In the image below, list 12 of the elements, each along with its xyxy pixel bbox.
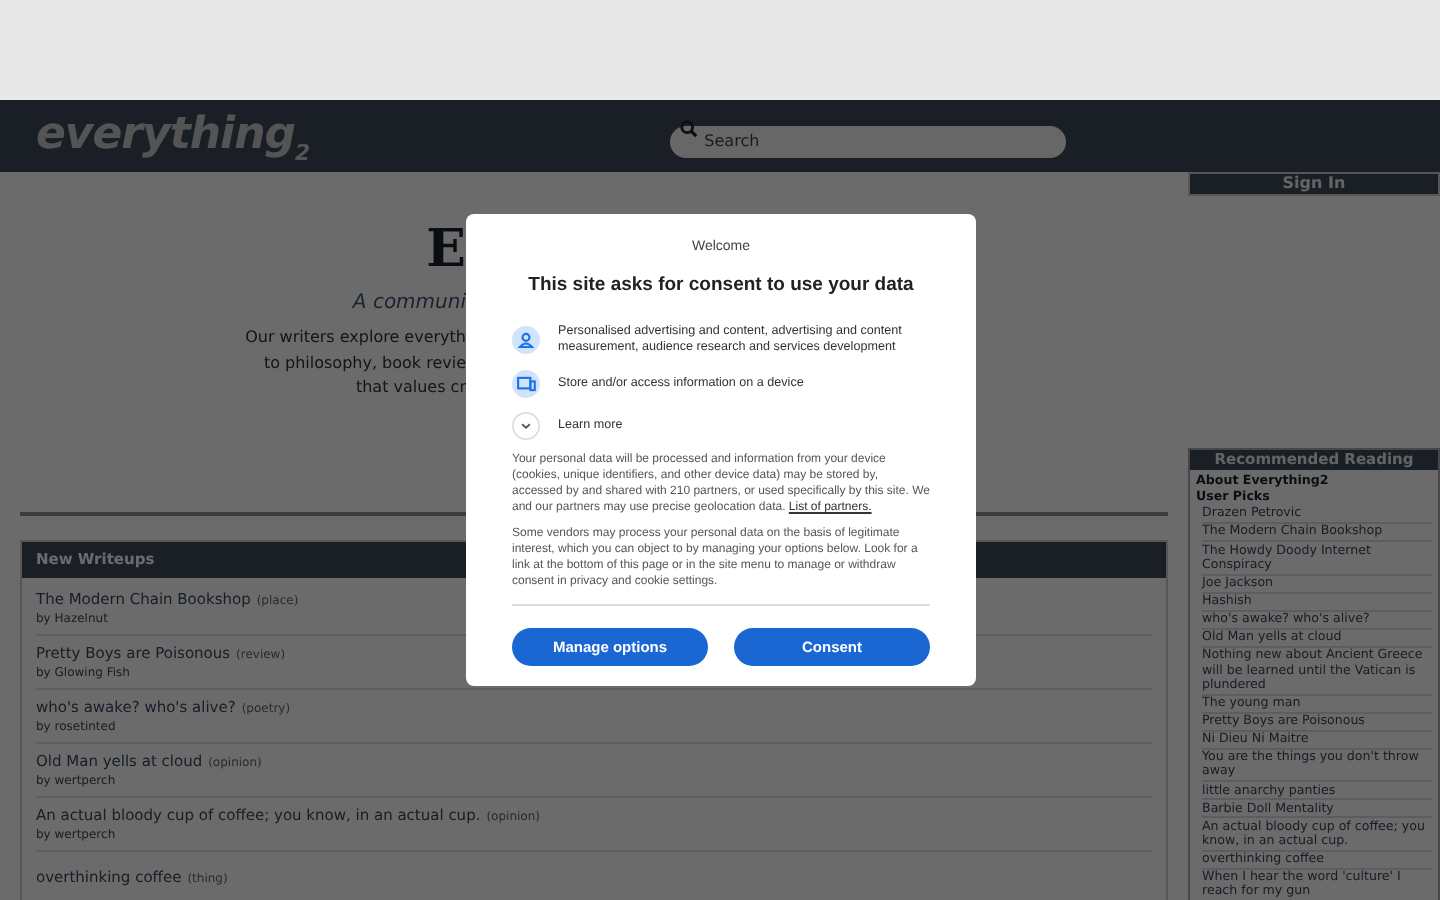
dialog-title: This site asks for consent to use your data	[528, 271, 914, 299]
intro-text: Our writers explore everyth	[245, 326, 466, 350]
search-icon	[680, 119, 699, 137]
subtitle: A communi	[352, 290, 466, 318]
person-icon	[512, 325, 540, 354]
search-field[interactable]: Search	[670, 125, 1067, 157]
device-icon	[512, 369, 540, 398]
sign-in-button[interactable]: Sign In	[1188, 172, 1440, 196]
chevron-icon[interactable]	[512, 411, 540, 440]
intro-text: that values cr	[355, 376, 466, 400]
intro-text: to philosophy, book revie	[263, 351, 466, 376]
page-heading: E	[426, 224, 466, 276]
